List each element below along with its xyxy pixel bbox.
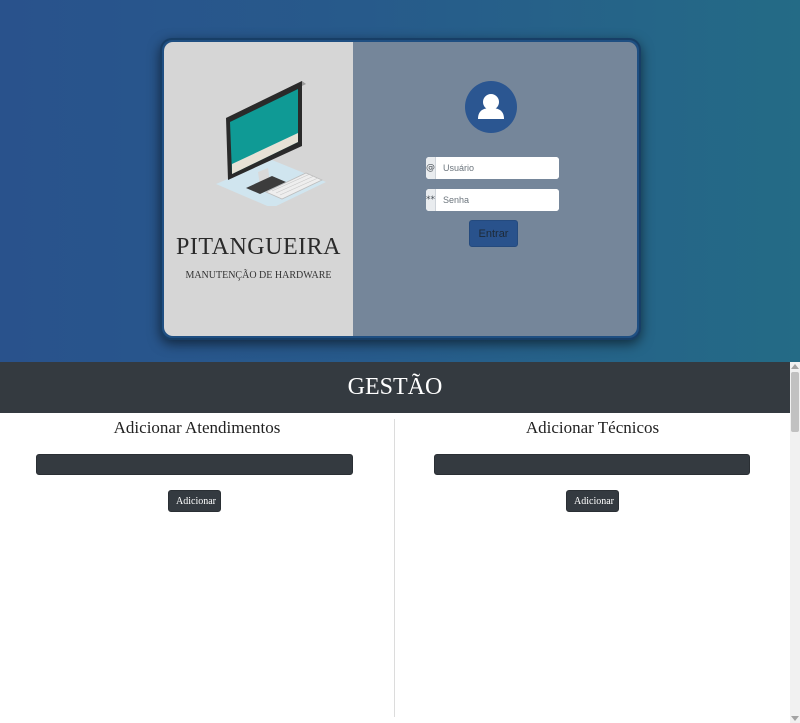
at-sign-icon: @ — [426, 157, 436, 179]
password-input[interactable] — [436, 189, 559, 211]
login-form-panel: @ ** Entrar — [353, 42, 637, 336]
username-field-group: @ — [426, 157, 559, 179]
scroll-down-arrow-icon[interactable] — [791, 716, 799, 721]
scroll-up-arrow-icon[interactable] — [791, 364, 799, 369]
brand-panel: PITANGUEIRA MANUTENÇÃO DE HARDWARE — [164, 42, 353, 336]
login-card: PITANGUEIRA MANUTENÇÃO DE HARDWARE @ ** — [160, 38, 641, 340]
brand-subtitle: MANUTENÇÃO DE HARDWARE — [185, 270, 332, 281]
login-submit-button[interactable]: Entrar — [469, 220, 518, 247]
password-asterisk-icon: ** — [426, 189, 436, 211]
tecnicos-title: Adicionar Técnicos — [525, 418, 660, 437]
desktop-computer-icon — [216, 81, 326, 206]
atendimentos-input[interactable] — [36, 454, 353, 475]
tecnicos-panel: Adicionar Técnicos Adicionar — [395, 413, 790, 713]
password-field-group: ** — [426, 189, 559, 211]
gestao-header: GESTÃO — [0, 362, 790, 413]
login-card-inner: PITANGUEIRA MANUTENÇÃO DE HARDWARE @ ** — [164, 42, 637, 336]
username-input[interactable] — [436, 157, 559, 179]
login-section: PITANGUEIRA MANUTENÇÃO DE HARDWARE @ ** — [0, 0, 800, 362]
atendimentos-panel: Adicionar Atendimentos Adicionar — [0, 413, 394, 713]
add-atendimento-button[interactable]: Adicionar — [168, 490, 221, 512]
user-avatar-icon — [465, 81, 517, 133]
gestao-panels: Adicionar Atendimentos Adicionar Adicion… — [0, 413, 790, 723]
brand-title: PITANGUEIRA — [176, 234, 341, 260]
vertical-scrollbar[interactable] — [790, 362, 800, 723]
tecnicos-input[interactable] — [434, 454, 750, 475]
atendimentos-title: Adicionar Atendimentos — [113, 418, 281, 437]
scrollbar-thumb[interactable] — [791, 372, 799, 432]
add-tecnico-button[interactable]: Adicionar — [566, 490, 619, 512]
